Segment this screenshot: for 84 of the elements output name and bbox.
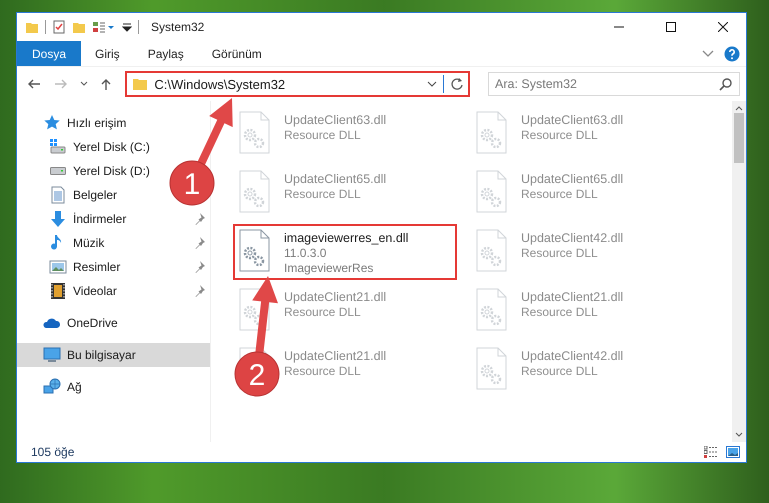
vertical-scrollbar[interactable] bbox=[732, 101, 746, 442]
drive-icon bbox=[50, 167, 66, 175]
gear-file-icon bbox=[239, 229, 270, 272]
folder-icon bbox=[132, 77, 148, 91]
nav-item[interactable]: Yerel Disk (D:) bbox=[17, 159, 158, 183]
close-icon bbox=[718, 22, 728, 32]
search-icon[interactable] bbox=[719, 77, 734, 91]
expand-ribbon-chevron-icon[interactable] bbox=[702, 50, 714, 58]
nav-item[interactable]: Bu bilgisayar bbox=[17, 343, 210, 367]
window-title: System32 bbox=[151, 20, 206, 34]
file-name: imageviewerres_en.dll bbox=[284, 231, 408, 245]
file-detail: ImageviewerRes bbox=[284, 261, 374, 275]
file-detail: Resource DLL bbox=[284, 128, 362, 142]
chevron-down-icon bbox=[80, 81, 88, 87]
maximize-icon bbox=[666, 22, 676, 32]
forward-arrow-icon bbox=[54, 78, 68, 90]
file-detail: 11.0.3.0 bbox=[284, 246, 328, 260]
pin-icon[interactable] bbox=[194, 212, 206, 226]
address-bar[interactable]: C:\Windows\System32 bbox=[125, 71, 470, 97]
layout-dropdown-icon[interactable] bbox=[92, 20, 116, 34]
help-icon[interactable] bbox=[724, 46, 740, 62]
file-name: UpdateClient21.dll bbox=[284, 349, 386, 363]
nav-item[interactable]: Ağ bbox=[17, 375, 90, 399]
up-arrow-icon bbox=[98, 78, 113, 90]
file-detail: Resource DLL bbox=[284, 187, 362, 201]
file-detail: Resource DLL bbox=[521, 305, 599, 319]
search-field[interactable]: Ara: System32 bbox=[488, 72, 740, 96]
file-detail: Resource DLL bbox=[521, 246, 599, 260]
ribbon-tab[interactable]: Giriş bbox=[81, 41, 134, 66]
gear-file-icon bbox=[239, 170, 270, 213]
step-badge: 2 bbox=[234, 352, 280, 396]
pin-icon[interactable] bbox=[194, 260, 206, 274]
file-name: UpdateClient21.dll bbox=[284, 290, 386, 304]
nav-item[interactable]: Belgeler bbox=[17, 183, 126, 207]
nav-item[interactable]: Hızlı erişim bbox=[17, 111, 134, 135]
large-icons-view-icon[interactable] bbox=[726, 446, 740, 458]
download-arrow-icon bbox=[49, 210, 67, 228]
network-globe-icon bbox=[43, 378, 61, 396]
drive-icon bbox=[49, 138, 67, 156]
scroll-down-chevron-icon[interactable] bbox=[735, 432, 743, 438]
nav-item[interactable]: Müzik bbox=[17, 231, 210, 255]
file-detail: Resource DLL bbox=[521, 364, 599, 378]
file-name: UpdateClient42.dll bbox=[521, 349, 624, 363]
pin-icon[interactable] bbox=[194, 284, 206, 298]
scroll-up-chevron-icon[interactable] bbox=[735, 105, 743, 111]
file-item[interactable]: imageviewerres_en.dll 11.0.3.0 ImageviewerRes bbox=[233, 224, 457, 280]
item-count: 105 öğe bbox=[31, 445, 76, 459]
file-name: UpdateClient63.dll bbox=[521, 113, 624, 127]
file-name: UpdateClient42.dll bbox=[521, 231, 624, 245]
file-name: UpdateClient65.dll bbox=[521, 172, 624, 186]
gear-file-icon bbox=[476, 111, 507, 154]
nav-item[interactable]: Yerel Disk (C:) bbox=[17, 135, 158, 159]
monitor-icon bbox=[43, 346, 61, 364]
nav-item[interactable]: Resimler bbox=[17, 255, 210, 279]
dropdown-chevron-icon[interactable] bbox=[427, 81, 438, 87]
file-menu-tab[interactable]: Dosya bbox=[17, 41, 82, 66]
gear-file-icon bbox=[476, 288, 507, 331]
properties-check-icon[interactable] bbox=[52, 20, 66, 34]
file-name: UpdateClient21.dll bbox=[521, 290, 624, 304]
file-name: UpdateClient65.dll bbox=[284, 172, 386, 186]
scrollbar-thumb[interactable] bbox=[734, 113, 744, 163]
file-detail: Resource DLL bbox=[521, 187, 599, 201]
details-view-icon[interactable] bbox=[704, 446, 718, 458]
gear-file-icon bbox=[239, 111, 270, 154]
document-icon bbox=[49, 186, 67, 204]
star-icon bbox=[43, 114, 61, 132]
pin-icon[interactable] bbox=[194, 236, 206, 250]
gear-file-icon bbox=[476, 229, 507, 272]
picture-icon bbox=[49, 258, 67, 276]
file-detail: Resource DLL bbox=[521, 128, 599, 142]
file-name: UpdateClient63.dll bbox=[284, 113, 386, 127]
back-arrow-icon bbox=[26, 78, 41, 90]
nav-item[interactable]: İndirmeler bbox=[17, 207, 210, 231]
gear-file-icon bbox=[476, 347, 507, 390]
gear-file-icon bbox=[476, 170, 507, 213]
file-detail: Resource DLL bbox=[284, 305, 362, 319]
refresh-icon[interactable] bbox=[450, 77, 464, 91]
step-badge: 1 bbox=[170, 160, 214, 206]
file-detail: Resource DLL bbox=[284, 364, 362, 378]
ribbon-tab[interactable]: Paylaş bbox=[134, 41, 198, 66]
film-icon bbox=[49, 282, 67, 300]
ribbon-tab[interactable]: Görünüm bbox=[198, 41, 276, 66]
nav-item[interactable]: OneDrive bbox=[17, 311, 126, 335]
nav-item[interactable]: Videolar bbox=[17, 279, 210, 303]
